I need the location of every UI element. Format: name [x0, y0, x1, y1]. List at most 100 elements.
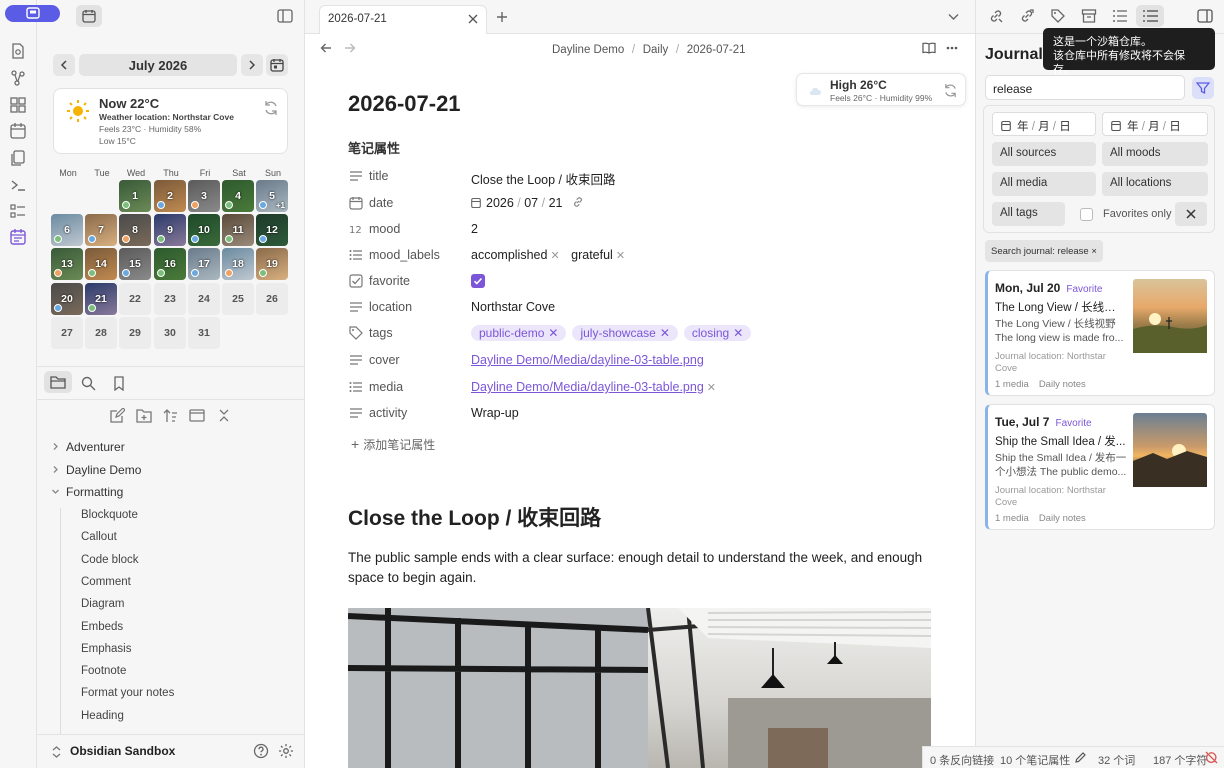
breadcrumb-item[interactable]: Daily [643, 44, 669, 56]
folder-item[interactable]: Adventurer [51, 440, 125, 454]
toggle-sidebar-icon[interactable] [277, 9, 293, 23]
file-item[interactable]: Format your notes [81, 687, 174, 699]
tags-icon[interactable] [1050, 8, 1066, 24]
sort-icon[interactable] [163, 408, 178, 423]
remove-x-icon[interactable]: ✕ [550, 250, 559, 262]
note-title[interactable]: 2026-07-21 [348, 91, 461, 117]
all-locations-filter[interactable]: All locations [1102, 172, 1208, 196]
remove-x-icon[interactable]: ✕ [660, 326, 670, 340]
content-paragraph[interactable]: The public sample ends with a clear surf… [348, 548, 938, 588]
calendar-day-cell[interactable]: 12 [256, 214, 288, 246]
bookmark-icon[interactable] [113, 376, 125, 391]
search-chip[interactable]: Search journal: release × [985, 240, 1103, 262]
calendar-day-cell[interactable]: 23 [154, 283, 186, 315]
prop-key-title[interactable]: title [369, 169, 388, 183]
calendar-day-cell[interactable]: 21 [85, 283, 117, 315]
tag-pill[interactable]: public-demo ✕ [471, 325, 567, 341]
all-media-filter[interactable]: All media [992, 172, 1096, 196]
list-check-icon[interactable] [9, 202, 27, 220]
journal-entry-card[interactable]: Mon, Jul 20 Favorite The Long View / 长线视野… [985, 270, 1215, 396]
next-month-button[interactable] [241, 54, 263, 76]
calendar-day-cell[interactable]: 27 [51, 317, 83, 349]
filter-button[interactable] [1192, 77, 1214, 99]
prop-key-location[interactable]: location [369, 300, 412, 314]
calendar-day-cell[interactable]: 5 +1 [256, 180, 288, 212]
calendar-day-cell[interactable]: 26 [256, 283, 288, 315]
calendar-day-cell[interactable]: 14 [85, 248, 117, 280]
prop-key-date[interactable]: date [369, 196, 393, 210]
calendar-day-cell[interactable]: 8 [119, 214, 151, 246]
all-tags-filter[interactable]: All tags [992, 202, 1065, 226]
file-item[interactable]: Heading [81, 710, 124, 722]
calendar-day-cell[interactable]: 20 [51, 283, 83, 315]
favorites-only-checkbox[interactable] [1080, 208, 1093, 221]
prop-value-date[interactable]: 2026 / 07 / 21 [471, 196, 584, 210]
journal-entry-card[interactable]: Tue, Jul 7 Favorite Ship the Small Idea /… [985, 404, 1215, 530]
calendar-day-cell[interactable]: 28 [85, 317, 117, 349]
file-item[interactable]: Code block [81, 554, 139, 566]
settings-gear-icon[interactable] [278, 743, 294, 759]
calendar-day-cell[interactable]: 18 [222, 248, 254, 280]
properties-count[interactable]: 10 个笔记属性 [1000, 752, 1070, 768]
prop-value-activity[interactable]: Wrap-up [471, 406, 519, 420]
prop-value-mood[interactable]: 2 [471, 222, 478, 236]
tab-note[interactable]: 2026-07-21 [319, 5, 487, 35]
calendar-icon[interactable] [9, 122, 27, 140]
tag-pill[interactable]: closing ✕ [683, 325, 752, 341]
prop-value-title[interactable]: Close the Loop / 收束回路 [471, 169, 616, 188]
remove-x-icon[interactable]: ✕ [548, 326, 558, 340]
new-tab-plus-icon[interactable] [496, 11, 508, 23]
calendar-day-cell[interactable]: 1 [119, 180, 151, 212]
prop-value-location[interactable]: Northstar Cove [471, 300, 555, 314]
tag-pill[interactable]: july-showcase ✕ [572, 325, 678, 341]
reading-view-book-icon[interactable] [922, 42, 936, 54]
calendar-day-cell[interactable]: 25 [222, 283, 254, 315]
media-link[interactable]: Dayline Demo/Media/dayline-03-table.png [471, 380, 704, 394]
calendar-day-cell[interactable]: 6 [51, 214, 83, 246]
backlinks-count[interactable]: 0 条反向链接 [930, 752, 994, 768]
help-icon[interactable] [253, 743, 269, 759]
calendar-day-cell[interactable]: 7 [85, 214, 117, 246]
outgoing-links-icon[interactable] [1019, 8, 1035, 24]
remove-x-icon[interactable]: ✕ [616, 250, 625, 262]
prop-key-tags[interactable]: tags [369, 326, 393, 340]
collapse-all-icon[interactable] [217, 408, 231, 423]
file-item[interactable]: Emphasis [81, 643, 132, 655]
calendar-day-cell[interactable]: 19 [256, 248, 288, 280]
prop-key-cover[interactable]: cover [369, 353, 400, 367]
prop-value-media[interactable]: Dayline Demo/Media/dayline-03-table.png ✕ [471, 380, 716, 394]
file-item[interactable]: Diagram [81, 598, 124, 610]
refresh-icon[interactable] [943, 83, 958, 98]
file-item[interactable]: Blockquote [81, 509, 138, 521]
copy-icon[interactable] [9, 149, 27, 167]
calendar-day-cell[interactable]: 4 [222, 180, 254, 212]
file-item[interactable]: Footnote [81, 665, 126, 677]
toggle-right-sidebar-icon[interactable] [1197, 9, 1213, 23]
today-button[interactable] [266, 54, 288, 76]
prop-value-mood-labels[interactable]: accomplished ✕ grateful ✕ [471, 248, 625, 262]
calendar-day-cell[interactable]: 3 [188, 180, 220, 212]
prop-key-favorite[interactable]: favorite [369, 274, 410, 288]
canvas-icon[interactable] [9, 96, 27, 114]
date-from-input[interactable]: 年 / 月 / 日 [992, 112, 1096, 136]
calendar-view-tab[interactable] [76, 5, 102, 27]
forward-arrow-icon[interactable] [344, 42, 356, 54]
search-icon[interactable] [81, 376, 96, 391]
breadcrumb-item[interactable]: 2026-07-21 [687, 44, 746, 56]
add-property-button[interactable]: + 添加笔记属性 [351, 436, 435, 453]
prop-value-tags[interactable]: public-demo ✕ july-showcase ✕ closing ✕ [471, 325, 757, 341]
more-options-icon[interactable] [946, 46, 958, 50]
calendar-day-cell[interactable]: 24 [188, 283, 220, 315]
file-item[interactable]: Callout [81, 531, 117, 543]
calendar-day-cell[interactable]: 13 [51, 248, 83, 280]
calendar-day-cell[interactable]: 31 [188, 317, 220, 349]
clear-filters-button[interactable] [1175, 202, 1207, 226]
all-moods-filter[interactable]: All moods [1102, 142, 1208, 166]
auto-reveal-icon[interactable] [189, 408, 205, 423]
prev-month-button[interactable] [53, 54, 75, 76]
new-folder-icon[interactable] [136, 408, 152, 423]
prop-key-mood[interactable]: mood [369, 222, 400, 236]
files-tab[interactable] [44, 371, 72, 393]
file-item[interactable]: Embeds [81, 621, 123, 633]
journal-calendar-icon[interactable] [9, 228, 27, 246]
